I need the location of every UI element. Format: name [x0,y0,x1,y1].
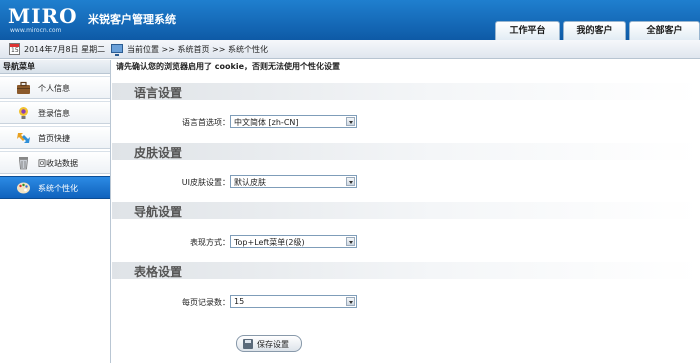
select-value: 默认皮肤 [234,178,266,187]
info-bar: 15 2014年7月8日 星期二 当前位置 >> 系统首页 >> 系统个性化 [0,40,700,59]
page-size-select[interactable]: 15 [230,295,357,308]
select-value: Top+Left菜单(2级) [234,238,305,247]
sidebar-item-label: 首页快捷 [38,134,70,143]
logo-text: MIRO [8,4,78,28]
tab-all-customers[interactable]: 全部客户 [629,21,700,40]
chevron-down-icon[interactable] [346,177,355,186]
chevron-down-icon[interactable] [346,297,355,306]
save-icon [243,339,253,349]
section-title: 导航设置 [134,205,183,219]
navigation-select[interactable]: Top+Left菜单(2级) [230,235,357,248]
chevron-down-icon[interactable] [346,237,355,246]
lightbulb-icon [19,107,28,119]
select-value: 15 [234,297,245,306]
sidebar-item-home-shortcut[interactable]: 首页快捷 [0,126,110,149]
sidebar-item-personalization[interactable]: 系统个性化 [0,176,110,199]
calendar-day: 15 [11,47,19,54]
logo: MIRO [8,6,78,26]
app-header: MIRO www.mirocn.com 米锐客户管理系统 工作平台 我的客户 全… [0,0,700,40]
tab-workbench[interactable]: 工作平台 [495,21,560,40]
sidebar: 导航菜单 个人信息 登录信息 首页快捷 回收站数据 系统个性化 [0,60,111,363]
sidebar-item-login-info[interactable]: 登录信息 [0,101,110,124]
sidebar-item-personal-info[interactable]: 个人信息 [0,76,110,99]
navigation-label: 表现方式： [190,238,230,247]
tab-my-customers[interactable]: 我的客户 [563,21,626,40]
sidebar-item-label: 系统个性化 [38,184,78,193]
sidebar-item-label: 个人信息 [38,84,70,93]
logo-url: www.mirocn.com [10,27,62,34]
select-value: 中文简体 [zh-CN] [234,118,299,127]
save-button[interactable]: 保存设置 [236,335,302,352]
sidebar-item-recycle-bin[interactable]: 回收站数据 [0,151,110,174]
page-size-label: 每页记录数： [182,298,230,307]
recycle-bin-icon [19,157,28,170]
sidebar-title: 导航菜单 [0,60,110,74]
cookie-warning: 请先确认您的浏览器启用了 cookie，否则无法使用个性化设置 [116,62,341,71]
main-content: 请先确认您的浏览器启用了 cookie，否则无法使用个性化设置 语言设置 语言首… [112,60,700,363]
chevron-down-icon[interactable] [346,117,355,126]
briefcase-icon [17,81,30,94]
section-title: 语言设置 [134,86,183,100]
language-label: 语言首选项： [182,118,230,127]
sidebar-item-label: 回收站数据 [38,159,78,168]
section-navigation: 导航设置 [112,202,700,219]
shortcut-arrows-icon [17,133,30,143]
current-date: 2014年7月8日 星期二 [24,45,106,54]
monitor-icon [111,44,123,56]
skin-label: UI皮肤设置： [181,178,230,187]
calendar-icon: 15 [9,43,20,55]
language-select[interactable]: 中文简体 [zh-CN] [230,115,357,128]
sidebar-item-label: 登录信息 [38,109,70,118]
save-button-label: 保存设置 [257,340,289,349]
app-title: 米锐客户管理系统 [88,13,176,26]
section-title: 表格设置 [134,265,183,279]
section-language: 语言设置 [112,83,700,100]
section-skin: 皮肤设置 [112,143,700,160]
skin-select[interactable]: 默认皮肤 [230,175,357,188]
section-title: 皮肤设置 [134,146,183,160]
palette-icon [17,182,30,194]
section-table: 表格设置 [112,262,700,279]
breadcrumb: 当前位置 >> 系统首页 >> 系统个性化 [127,45,268,54]
